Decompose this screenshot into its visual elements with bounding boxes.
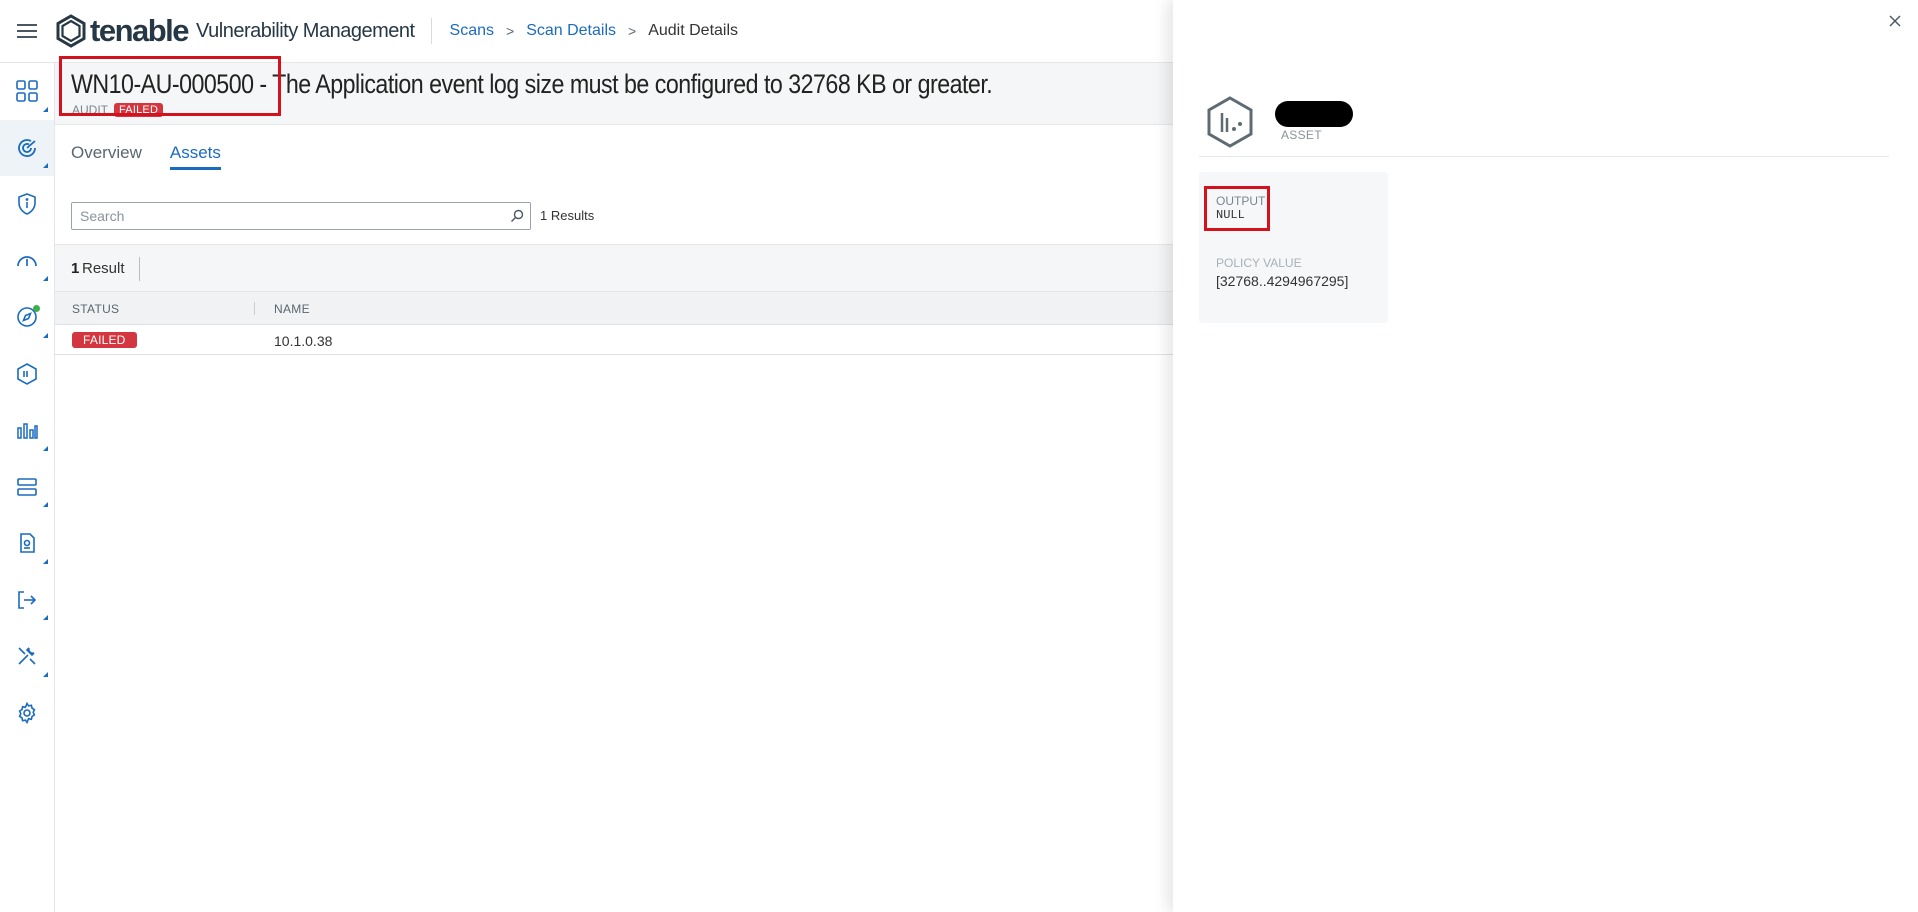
column-header-status[interactable]: STATUS — [72, 302, 119, 316]
breadcrumb-scan-details[interactable]: Scan Details — [526, 22, 616, 40]
tab-overview[interactable]: Overview — [71, 143, 142, 170]
hamburger-icon — [17, 24, 37, 38]
redacted-asset-name — [1275, 101, 1353, 127]
divider — [1199, 156, 1889, 157]
close-icon — [1889, 15, 1901, 27]
highlight-annotation-box — [1204, 186, 1270, 231]
tools-icon — [18, 647, 36, 665]
close-button[interactable] — [1884, 10, 1906, 32]
settings-gear-icon — [18, 701, 36, 724]
breadcrumb-scans[interactable]: Scans — [450, 22, 494, 40]
logo-wordmark: tenable — [90, 13, 190, 48]
nav-findings[interactable] — [0, 176, 54, 233]
nav-reports[interactable] — [0, 515, 54, 572]
row-asset-name[interactable]: 10.1.0.38 — [274, 333, 332, 349]
submenu-indicator — [43, 445, 48, 451]
product-name: Vulnerability Management — [196, 19, 415, 42]
submenu-indicator — [43, 332, 48, 338]
breadcrumb-separator: > — [506, 23, 515, 39]
nav-exposure[interactable] — [0, 233, 54, 290]
tenable-hexagon-logo-icon — [56, 14, 86, 48]
highlight-annotation-box — [59, 56, 281, 116]
submenu-indicator — [43, 615, 48, 620]
result-count-label: Result — [82, 260, 125, 277]
column-header-name[interactable]: NAME — [274, 302, 310, 316]
export-arrow-icon — [18, 590, 37, 609]
nav-exports[interactable] — [0, 572, 54, 629]
column-divider[interactable] — [254, 302, 255, 315]
app-root: tenable Vulnerability Management Scans >… — [0, 0, 1918, 912]
results-count: 1 Results — [540, 208, 595, 223]
hexagon-asset-icon — [17, 362, 37, 385]
table-header: STATUS NAME — [55, 292, 1173, 325]
tab-assets[interactable]: Assets — [169, 143, 221, 170]
dashboard-grid-icon — [16, 80, 38, 103]
divider — [139, 257, 140, 281]
nav-sensors[interactable] — [0, 459, 54, 516]
nav-tools[interactable] — [0, 628, 54, 685]
speedometer-icon — [17, 255, 37, 266]
nav-scans[interactable] — [0, 119, 54, 176]
asset-label: ASSET — [1281, 128, 1322, 142]
policy-value-label: POLICY VALUE — [1216, 256, 1302, 270]
scans-radar-icon — [18, 138, 36, 157]
submenu-indicator — [43, 502, 48, 507]
nav-dashboards[interactable] — [0, 63, 54, 120]
breadcrumb-audit-details: Audit Details — [648, 22, 739, 39]
new-indicator-dot — [33, 305, 40, 312]
asset-detail-panel: ASSET OUTPUT NULL POLICY VALUE [32768..4… — [1173, 0, 1918, 912]
server-stack-icon — [17, 477, 37, 496]
search-box — [71, 202, 531, 230]
results-summary-bar: 1 Result — [55, 244, 1173, 292]
submenu-indicator — [43, 558, 48, 564]
submenu-indicator — [43, 671, 48, 677]
shield-info-icon — [18, 193, 36, 216]
tenable-logo[interactable]: tenable Vulnerability Management — [54, 13, 432, 48]
result-count-number: 1 — [71, 260, 80, 277]
breadcrumb: Scans > Scan Details > Audit Details — [450, 22, 739, 40]
table-row[interactable]: FAILED 10.1.0.38 — [55, 325, 1173, 355]
report-document-icon — [20, 533, 35, 554]
breadcrumb-separator: > — [628, 23, 637, 39]
audit-title-bar: WN10-AU-000500 - The Application event l… — [55, 56, 1173, 125]
menu-icon[interactable] — [0, 0, 54, 63]
nav-analytics[interactable] — [0, 402, 54, 459]
search-icon[interactable] — [504, 203, 530, 229]
row-status-badge: FAILED — [72, 332, 137, 348]
result-detail-card: OUTPUT NULL POLICY VALUE [32768..4294967… — [1199, 172, 1388, 323]
main-content: WN10-AU-000500 - The Application event l… — [55, 56, 1173, 912]
submenu-indicator — [43, 276, 48, 281]
submenu-indicator — [43, 163, 48, 168]
analytics-chart-icon — [17, 423, 38, 439]
tab-bar: Overview Assets — [71, 143, 249, 170]
search-input[interactable] — [72, 203, 504, 229]
left-nav — [0, 63, 55, 912]
nav-settings[interactable] — [0, 685, 54, 742]
nav-explore[interactable] — [0, 289, 54, 346]
asset-hexagon-icon — [1207, 96, 1253, 148]
policy-value: [32768..4294967295] — [1216, 273, 1349, 289]
submenu-indicator — [43, 106, 48, 112]
nav-assets[interactable] — [0, 346, 54, 403]
magnifier-icon — [511, 209, 524, 222]
